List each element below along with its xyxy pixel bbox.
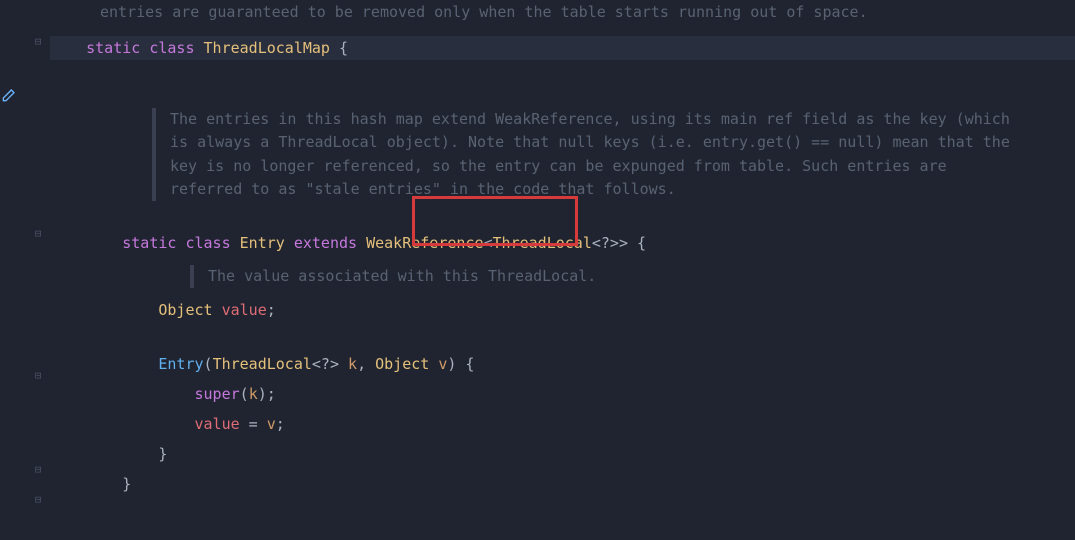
- wildcard: <?>: [592, 234, 619, 252]
- code-editor[interactable]: entries are guaranteed to be removed onl…: [50, 0, 1075, 540]
- fold-collapse-icon[interactable]: ⊟: [32, 494, 44, 506]
- type-name: ThreadLocalMap: [204, 39, 330, 57]
- paren-open: (: [240, 385, 249, 403]
- param-v: v: [429, 355, 447, 373]
- constructor-name: Entry: [158, 355, 203, 373]
- class-declaration: static class ThreadLocalMap {: [50, 36, 1075, 60]
- brace-open: {: [330, 39, 348, 57]
- comment-line: entries are guaranteed to be removed onl…: [50, 0, 1075, 24]
- param-k: k: [249, 385, 258, 403]
- gutter: ⊟ ⊟ ⊟ ⊟ ⊟: [0, 0, 50, 540]
- fold-expanded-icon[interactable]: ⊟: [32, 36, 44, 48]
- type-threadlocal: ThreadLocal: [213, 355, 312, 373]
- keyword-class: class: [185, 234, 230, 252]
- type-weakreference: WeakReference: [366, 234, 483, 252]
- brace-open: {: [628, 234, 646, 252]
- edit-icon[interactable]: [0, 88, 16, 104]
- semicolon: ;: [267, 301, 276, 319]
- paren-close: ): [258, 385, 267, 403]
- param-k: k: [339, 355, 357, 373]
- type-object: Object: [158, 301, 212, 319]
- super-call: super(k);: [50, 382, 1075, 406]
- constructor-declaration: Entry(ThreadLocal<?> k, Object v) {: [50, 352, 1075, 376]
- javadoc-comment: The value associated with this ThreadLoc…: [50, 265, 1020, 288]
- keyword-extends: extends: [294, 234, 357, 252]
- comma: ,: [357, 355, 375, 373]
- class-declaration-entry: static class Entry extends WeakReference…: [50, 231, 1075, 255]
- keyword-static: static: [122, 234, 176, 252]
- field-value: value: [195, 415, 240, 433]
- brace-close: }: [50, 442, 1075, 466]
- fold-expanded-icon[interactable]: ⊟: [32, 370, 44, 382]
- brace-close: }: [158, 445, 167, 463]
- type-threadlocal: ThreadLocal: [493, 234, 592, 252]
- brace-open: {: [456, 355, 474, 373]
- keyword-super: super: [195, 385, 240, 403]
- param-v: v: [267, 415, 276, 433]
- javadoc-comment: The entries in this hash map extend Weak…: [50, 108, 1020, 201]
- field-declaration: Object value;: [50, 298, 1075, 322]
- brace-close: }: [50, 472, 1075, 496]
- semicolon: ;: [276, 415, 285, 433]
- fold-collapse-icon[interactable]: ⊟: [32, 464, 44, 476]
- comment-text: The value associated with this ThreadLoc…: [190, 265, 1020, 288]
- type-object: Object: [375, 355, 429, 373]
- keyword-static: static: [86, 39, 140, 57]
- comment-text: The entries in this hash map extend Weak…: [152, 108, 1020, 201]
- keyword-class: class: [149, 39, 194, 57]
- brace-close: }: [122, 475, 131, 493]
- semicolon: ;: [267, 385, 276, 403]
- assignment: value = v;: [50, 412, 1075, 436]
- fold-expanded-icon[interactable]: ⊟: [32, 228, 44, 240]
- wildcard: <?>: [312, 355, 339, 373]
- field-value: value: [222, 301, 267, 319]
- paren-open: (: [204, 355, 213, 373]
- equals: =: [240, 415, 267, 433]
- type-entry: Entry: [240, 234, 285, 252]
- angle-gt: >: [619, 234, 628, 252]
- angle-lt: <: [484, 234, 493, 252]
